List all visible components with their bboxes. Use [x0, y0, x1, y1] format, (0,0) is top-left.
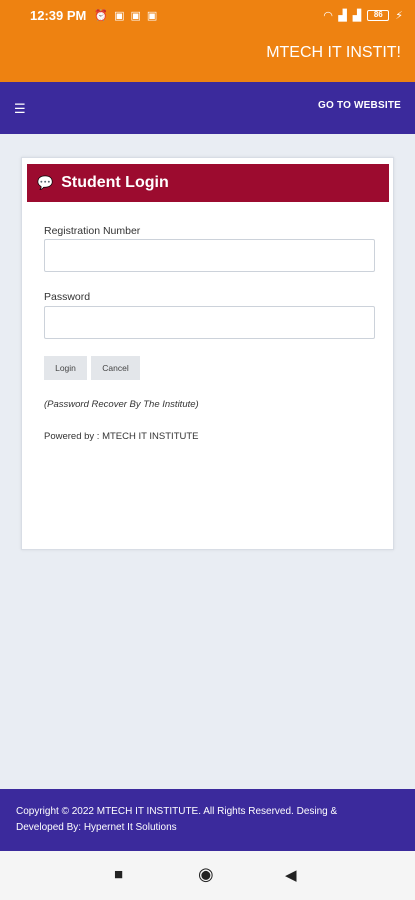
cancel-button[interactable]: Cancel [91, 356, 140, 380]
alarm-clock-icon: ⏰ [94, 9, 109, 22]
back-icon[interactable]: ◀ [285, 866, 297, 884]
signal-icon: ▟ [338, 9, 347, 22]
footer-developer: Developed By: Hypernet It Solutions [16, 822, 177, 833]
password-input[interactable] [44, 306, 375, 339]
footer-copyright: Copyright © 2022 MTECH IT INSTITUTE. All… [16, 806, 338, 817]
go-to-website-link[interactable]: GO TO WEBSITE [318, 100, 401, 111]
footer: Copyright © 2022 MTECH IT INSTITUTE. All… [0, 789, 415, 851]
app-title: MTECH IT INSTIT! [266, 44, 401, 61]
home-icon[interactable]: ◉ [198, 864, 214, 885]
status-left-icons: ⏰ ▣ ▣ ▣ [94, 9, 157, 22]
recent-apps-icon[interactable]: ■ [114, 866, 123, 883]
password-label: Password [44, 291, 91, 303]
app-header: MTECH IT INSTIT! [0, 30, 415, 82]
wifi-icon: ◠ [323, 9, 333, 22]
status-right-icons: ◠ ▟ ▟ 86 ⚡ [324, 9, 403, 22]
chat-icon: 💬 [37, 175, 54, 190]
signal-icon: ▟ [352, 9, 362, 22]
powered-by-text: Powered by : MTECH IT INSTITUTE [44, 431, 199, 442]
login-card-header: 💬 Student Login [27, 164, 389, 202]
login-button[interactable]: Login [44, 356, 87, 380]
login-card: 💬 Student Login Registration Number Pass… [21, 157, 394, 550]
battery-icon: 86 [367, 9, 390, 21]
hamburger-icon[interactable]: ☰ [14, 101, 26, 117]
notification-icon: ▣ [114, 9, 125, 22]
charging-icon: ⚡ [395, 9, 403, 22]
registration-label: Registration Number [44, 225, 141, 237]
registration-number-input[interactable] [44, 239, 375, 272]
login-title: Student Login [61, 174, 169, 191]
status-time: 12:39 PM [30, 7, 87, 23]
notification-icon: ▣ [146, 9, 158, 22]
system-nav-bar: ■ ◉ ◀ [0, 851, 415, 900]
nav-bar: ☰ GO TO WEBSITE [0, 82, 415, 134]
status-bar: 12:39 PM ⏰ ▣ ▣ ▣ ◠ ▟ ▟ 86 ⚡ [0, 0, 415, 30]
notification-icon: ▣ [130, 9, 141, 22]
password-recover-note: (Password Recover By The Institute) [44, 399, 199, 410]
